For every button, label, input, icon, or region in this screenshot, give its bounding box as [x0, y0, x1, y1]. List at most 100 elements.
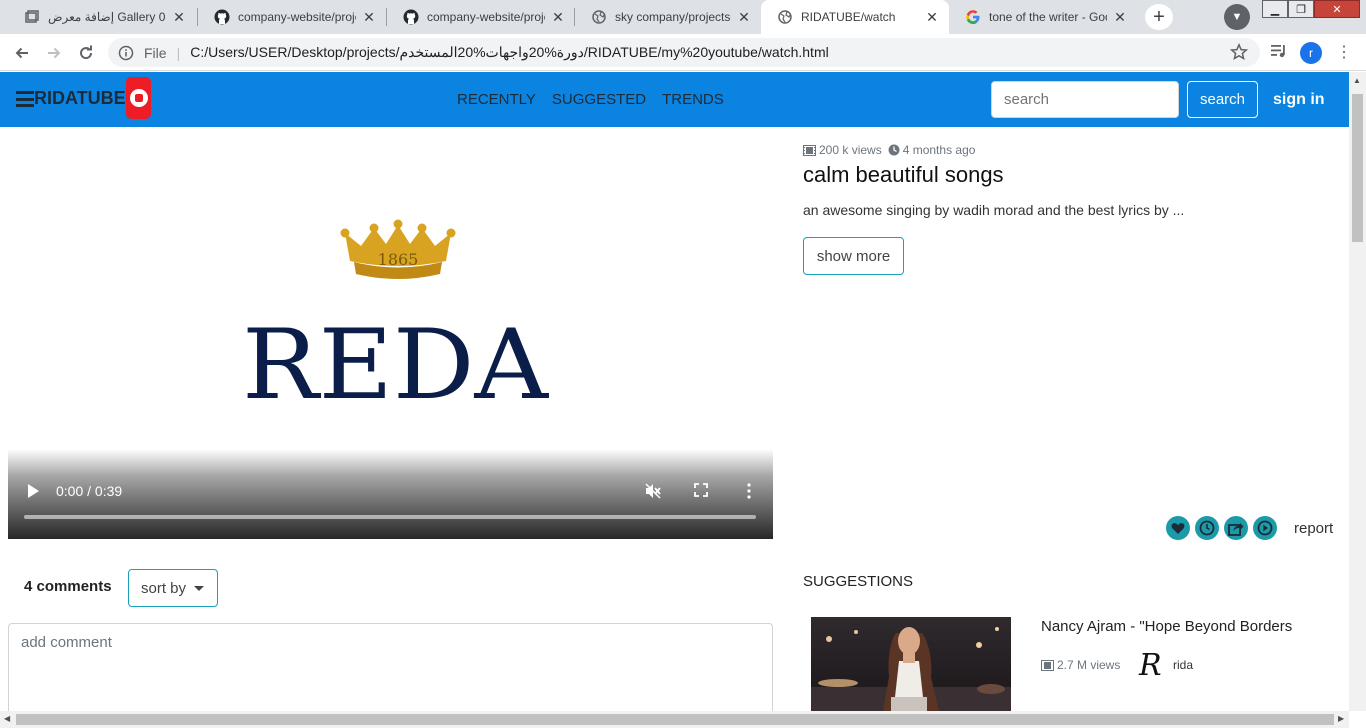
gallery-icon	[24, 9, 40, 25]
fullscreen-icon[interactable]	[694, 483, 708, 497]
page-viewport: RIDATUBE RECENTLY SUGGESTED TRENDS searc…	[0, 72, 1349, 711]
github-icon	[214, 9, 230, 25]
window-controls: ▁ ❐ ✕	[1262, 0, 1360, 20]
scroll-right-icon[interactable]: ▶	[1338, 714, 1344, 723]
browser-tab[interactable]: company-website/projects ✕	[198, 0, 386, 34]
kebab-menu-icon[interactable]: ⋮	[1336, 42, 1352, 62]
tab-title: company-website/projects	[427, 10, 545, 24]
globe-icon	[777, 9, 793, 25]
channel-logo[interactable]: R	[1139, 648, 1162, 683]
view-count: 200 k views	[819, 143, 882, 157]
close-icon[interactable]: ✕	[551, 9, 565, 26]
forward-button[interactable]	[42, 41, 66, 65]
clock-icon	[888, 144, 900, 156]
close-icon[interactable]: ✕	[1113, 9, 1127, 26]
tab-title: sky company/projects-c	[615, 10, 731, 24]
hamburger-menu-icon[interactable]	[16, 91, 34, 107]
tab-title: RIDATUBE/watch	[801, 10, 896, 24]
video-time: 0:00 / 0:39	[56, 483, 123, 499]
add-comment-field[interactable]: add comment	[8, 623, 773, 711]
nav-recently[interactable]: RECENTLY	[457, 91, 536, 108]
vertical-scrollbar[interactable]: ▲	[1349, 72, 1366, 711]
sign-in-link[interactable]: sign in	[1273, 91, 1325, 109]
search-input[interactable]	[991, 81, 1179, 118]
video-actions	[1166, 516, 1277, 540]
logo-play-icon[interactable]	[126, 77, 151, 119]
video-progress-bar[interactable]	[24, 515, 756, 519]
browser-tab[interactable]: tone of the writer - Goo ✕	[949, 0, 1137, 34]
nav-trends[interactable]: TRENDS	[662, 91, 724, 108]
sort-by-label: sort by	[141, 579, 187, 597]
browser-tab-active[interactable]: RIDATUBE/watch ✕	[761, 0, 949, 34]
scrollbar-thumb[interactable]	[1352, 94, 1363, 242]
scroll-left-icon[interactable]: ◀	[4, 714, 10, 723]
site-header: RIDATUBE RECENTLY SUGGESTED TRENDS searc…	[0, 72, 1349, 127]
close-icon[interactable]: ✕	[925, 9, 939, 26]
suggestions-heading: SUGGESTIONS	[803, 573, 914, 590]
globe-icon	[591, 9, 607, 25]
info-icon[interactable]	[118, 45, 134, 61]
reload-icon	[80, 45, 93, 60]
reload-button[interactable]	[74, 41, 98, 65]
play-circle-icon[interactable]	[1253, 516, 1277, 540]
film-icon	[1041, 659, 1054, 671]
suggestion-title[interactable]: Nancy Ajram - "Hope Beyond Borders	[1041, 618, 1292, 635]
address-bar[interactable]: File | C:/Users/USER/Desktop/projects/دو…	[108, 38, 1260, 67]
report-link[interactable]: report	[1294, 520, 1333, 537]
play-icon[interactable]	[26, 483, 40, 499]
channel-name[interactable]: rida	[1173, 658, 1193, 672]
close-icon[interactable]: ✕	[362, 9, 376, 26]
caret-down-icon	[194, 585, 205, 591]
comments-count: 4 comments	[24, 578, 112, 595]
browser-tab[interactable]: sky company/projects-c ✕	[575, 0, 761, 34]
share-icon[interactable]	[1224, 516, 1248, 540]
film-icon	[803, 144, 816, 156]
close-icon[interactable]: ✕	[172, 9, 186, 26]
browser-tab[interactable]: company-website/projects ✕	[387, 0, 575, 34]
url-scheme: File	[144, 44, 167, 61]
nav-suggested[interactable]: SUGGESTED	[552, 91, 646, 108]
video-title: calm beautiful songs	[803, 162, 1004, 187]
video-meta: 200 k views 4 months ago	[803, 143, 975, 157]
watch-later-clock-icon[interactable]	[1195, 516, 1219, 540]
close-icon[interactable]: ✕	[737, 9, 751, 26]
url-text[interactable]: C:/Users/USER/Desktop/projects/دورة%20وا…	[190, 44, 829, 61]
window-close-button[interactable]: ✕	[1314, 0, 1360, 18]
github-icon	[403, 9, 419, 25]
maximize-button[interactable]: ❐	[1288, 0, 1314, 18]
media-queue-icon[interactable]	[1270, 42, 1288, 60]
minimize-button[interactable]: ▁	[1262, 0, 1288, 18]
show-more-button[interactable]: show more	[803, 237, 904, 275]
suggestion-thumbnail[interactable]	[811, 617, 1011, 711]
suggestion-view-count: 2.7 M views	[1057, 658, 1121, 672]
new-tab-button[interactable]: +	[1145, 4, 1173, 30]
url-divider: |	[176, 44, 181, 61]
google-icon	[965, 9, 981, 25]
bookmark-star-icon[interactable]	[1230, 43, 1248, 61]
tab-search-icon[interactable]: ▼	[1224, 4, 1250, 30]
upload-age: 4 months ago	[902, 143, 976, 157]
arrow-right-icon	[48, 47, 61, 59]
horizontal-scrollbar[interactable]: ◀ ▶	[0, 711, 1349, 728]
arrow-left-icon	[15, 47, 28, 59]
browser-tab[interactable]: إضافة معرض Gallery في 03. ✕	[8, 0, 196, 34]
tab-title: company-website/projects	[238, 10, 356, 24]
video-description: an awesome singing by wadih morad and th…	[803, 202, 1185, 218]
comment-placeholder: add comment	[21, 634, 112, 651]
browser-toolbar: File | C:/Users/USER/Desktop/projects/دو…	[0, 34, 1366, 71]
like-heart-icon[interactable]	[1166, 516, 1190, 540]
scroll-up-icon[interactable]: ▲	[1353, 76, 1361, 85]
site-logo-text[interactable]: RIDATUBE	[34, 88, 126, 109]
search-button[interactable]: search	[1187, 81, 1258, 118]
video-player[interactable]: 1865 REDA 0:00 / 0:39	[8, 136, 773, 539]
back-button[interactable]	[10, 41, 34, 65]
profile-avatar[interactable]: r	[1300, 42, 1322, 64]
svg-text:1865: 1865	[378, 250, 419, 269]
tab-title: tone of the writer - Goo	[989, 10, 1107, 24]
video-menu-icon[interactable]	[746, 483, 752, 499]
scrollbar-thumb[interactable]	[16, 714, 1334, 725]
tab-title: إضافة معرض Gallery في 03.	[48, 10, 166, 24]
sort-by-dropdown[interactable]: sort by	[128, 569, 218, 607]
muted-volume-icon[interactable]	[645, 483, 662, 499]
browser-tabstrip: إضافة معرض Gallery في 03. ✕ company-webs…	[0, 0, 1366, 34]
